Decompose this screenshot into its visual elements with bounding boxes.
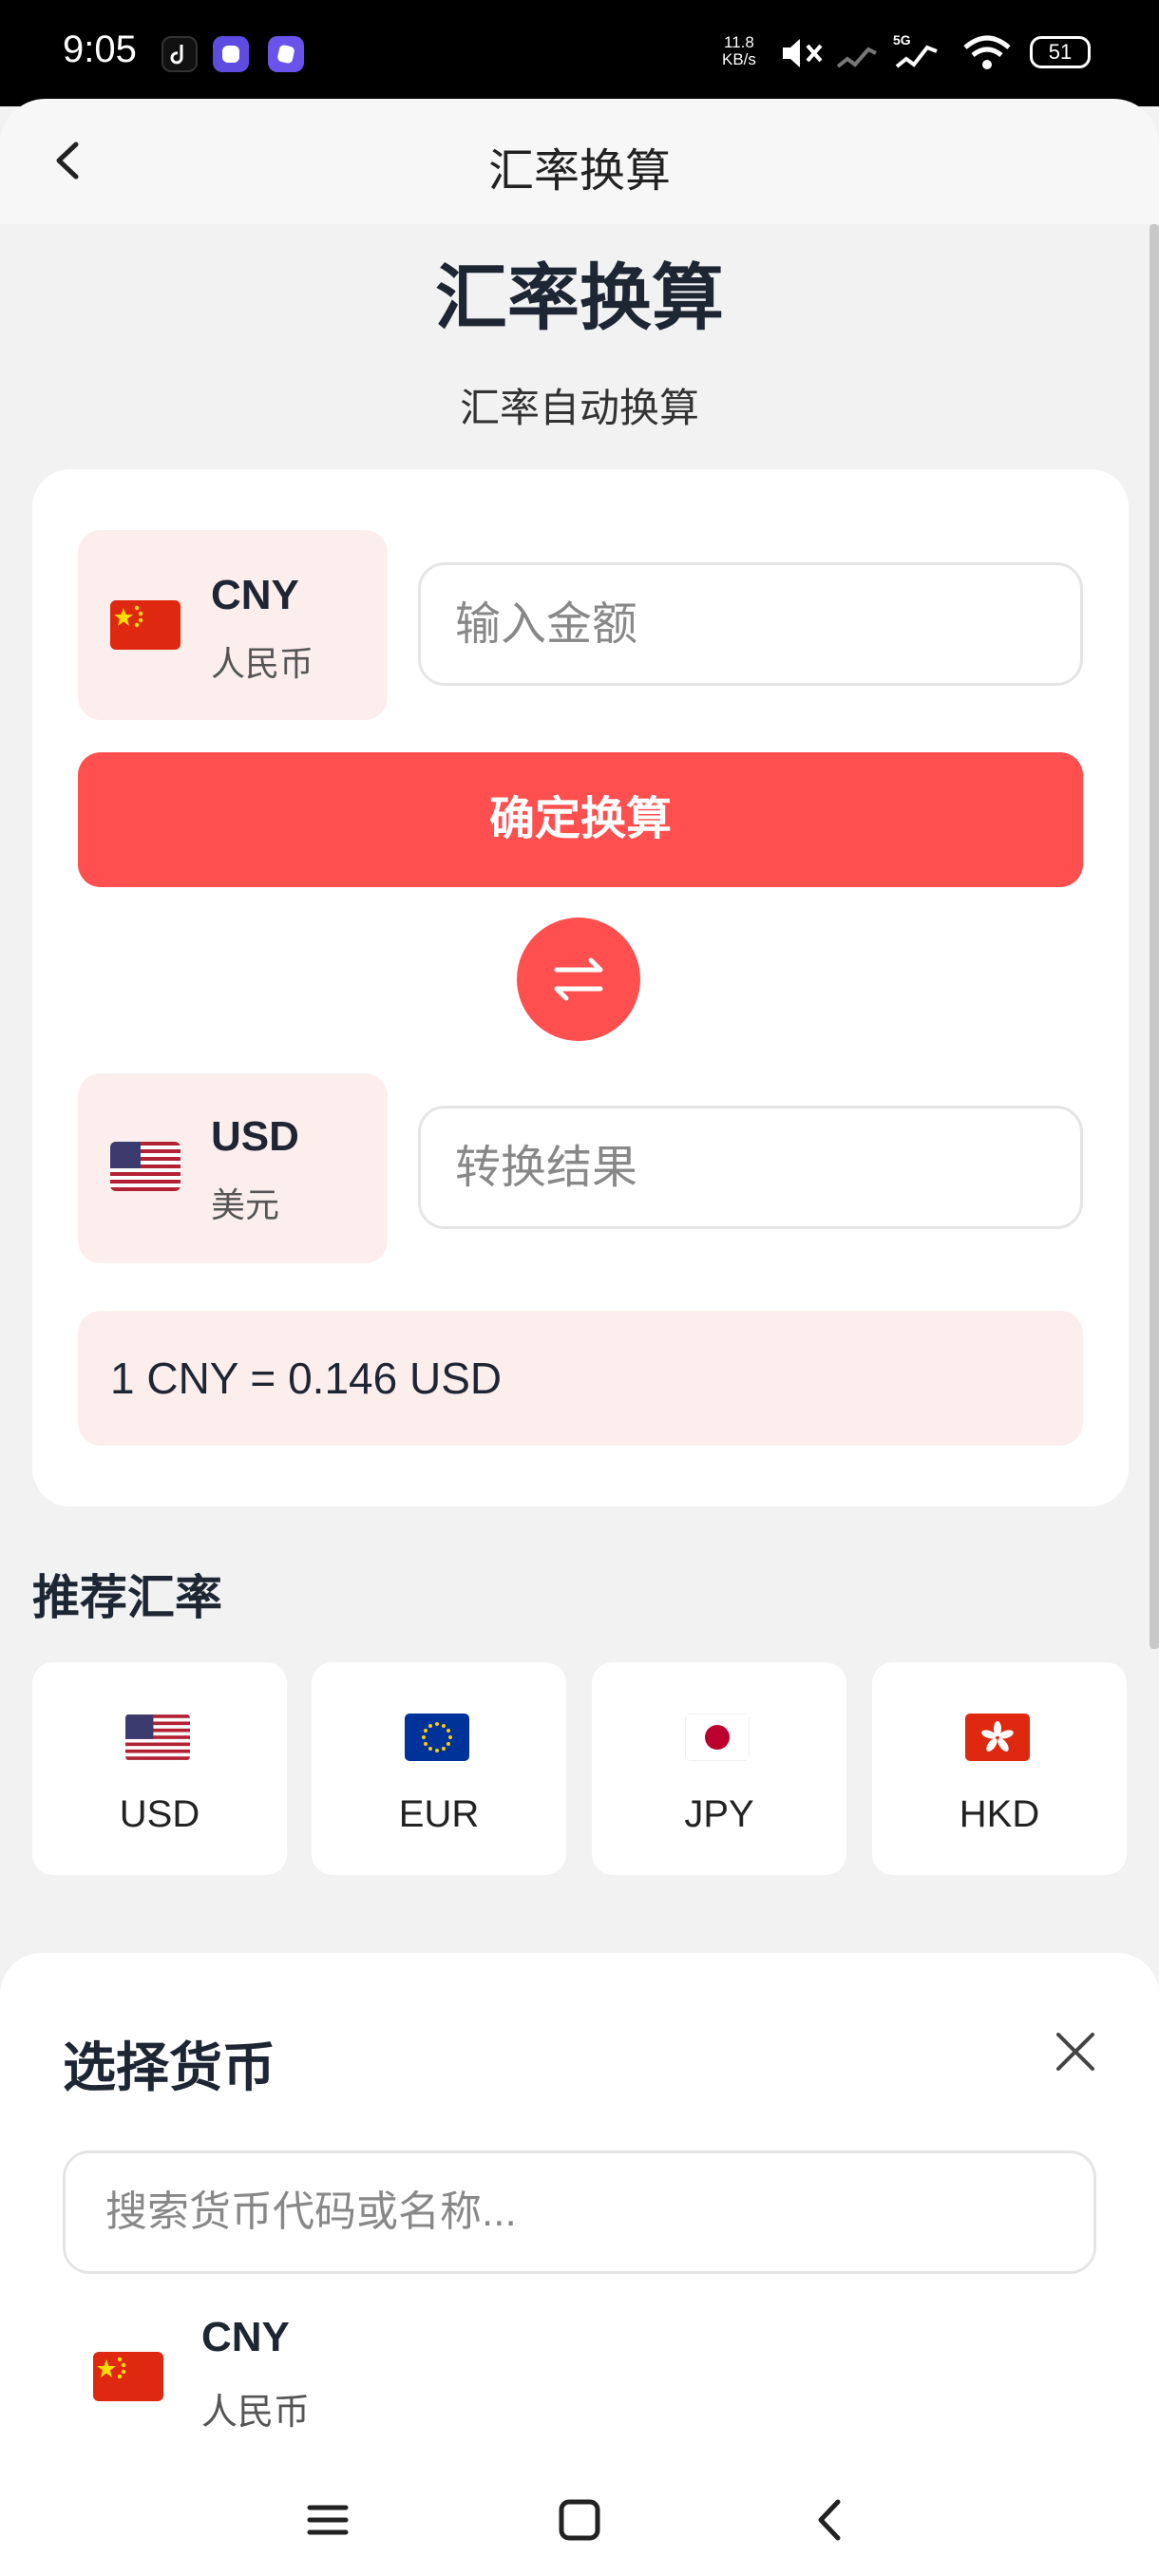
menu-icon[interactable] xyxy=(294,2487,361,2553)
to-currency-selector[interactable]: USD 美元 xyxy=(78,1073,388,1263)
from-currency-selector[interactable]: CNY 人民币 xyxy=(78,530,388,720)
close-icon[interactable] xyxy=(1049,2025,1102,2078)
swap-arrows-icon xyxy=(554,957,603,1001)
currency-search-input[interactable] xyxy=(66,2153,1093,2271)
recommended-tile-jpy[interactable]: JPY xyxy=(592,1662,846,1875)
recommended-code: HKD xyxy=(959,1793,1040,1835)
battery-icon: 51 xyxy=(1030,36,1091,68)
from-currency-code: CNY xyxy=(211,572,299,618)
recommended-tile-usd[interactable]: USD xyxy=(32,1662,287,1875)
exchange-rate-display: 1 CNY = 0.146 USD xyxy=(78,1311,1083,1446)
status-bar: 9:05 11.8 KB/s 5G 51 xyxy=(0,0,1159,106)
app-header: 汇率换算 xyxy=(0,99,1159,224)
wifi-icon xyxy=(961,34,1013,81)
tiktok-icon xyxy=(162,36,198,72)
header-title: 汇率换算 xyxy=(487,146,671,197)
china-flag-icon xyxy=(93,2352,163,2401)
recommended-tile-eur[interactable]: EUR xyxy=(312,1662,566,1875)
eu-flag-icon xyxy=(405,1714,469,1761)
app-icon xyxy=(213,36,249,72)
recommended-tile-hkd[interactable]: HKD xyxy=(872,1662,1127,1875)
to-currency-name: 美元 xyxy=(211,1185,280,1224)
currency-code: CNY xyxy=(201,2314,290,2360)
recommended-code: JPY xyxy=(684,1793,754,1835)
signal-icon xyxy=(834,34,880,81)
system-nav-bar xyxy=(0,2460,1159,2576)
japan-flag-icon xyxy=(685,1714,750,1761)
currency-name: 人民币 xyxy=(201,2393,311,2433)
usa-flag-icon xyxy=(125,1714,190,1761)
home-icon[interactable] xyxy=(546,2487,613,2553)
recommended-title: 推荐汇率 xyxy=(32,1571,222,1624)
recommended-code: USD xyxy=(119,1793,200,1835)
network-speed: 11.8 KB/s xyxy=(722,33,756,68)
app-icon xyxy=(268,36,304,72)
converter-card: CNY 人民币 确定换算 USD 美元 1 CNY = 0.146 USD xyxy=(32,469,1129,1506)
amount-input-field[interactable] xyxy=(418,562,1083,686)
hong-kong-flag-icon xyxy=(965,1714,1030,1761)
signal-5g-icon: 5G xyxy=(891,32,942,81)
status-time: 9:05 xyxy=(63,28,137,70)
amount-input[interactable] xyxy=(421,565,1080,683)
mute-icon xyxy=(779,34,826,81)
back-icon[interactable] xyxy=(798,2487,864,2553)
from-currency-name: 人民币 xyxy=(211,644,314,683)
page-subtitle: 汇率自动换算 xyxy=(459,386,699,430)
result-field[interactable] xyxy=(418,1106,1083,1229)
recommended-code: EUR xyxy=(398,1793,480,1835)
result-input[interactable] xyxy=(421,1108,1080,1226)
currency-search-field[interactable] xyxy=(63,2150,1096,2274)
confirm-convert-button[interactable]: 确定换算 xyxy=(78,752,1083,887)
swap-currency-button[interactable] xyxy=(517,918,640,1041)
sheet-title: 选择货币 xyxy=(63,2037,276,2097)
currency-list-item[interactable]: CNY 人民币 xyxy=(57,2297,1102,2449)
page-title: 汇率换算 xyxy=(435,258,724,339)
usa-flag-icon xyxy=(110,1142,180,1191)
china-flag-icon xyxy=(110,600,180,650)
to-currency-code: USD xyxy=(211,1113,299,1160)
scrollbar[interactable] xyxy=(1150,224,1159,1649)
